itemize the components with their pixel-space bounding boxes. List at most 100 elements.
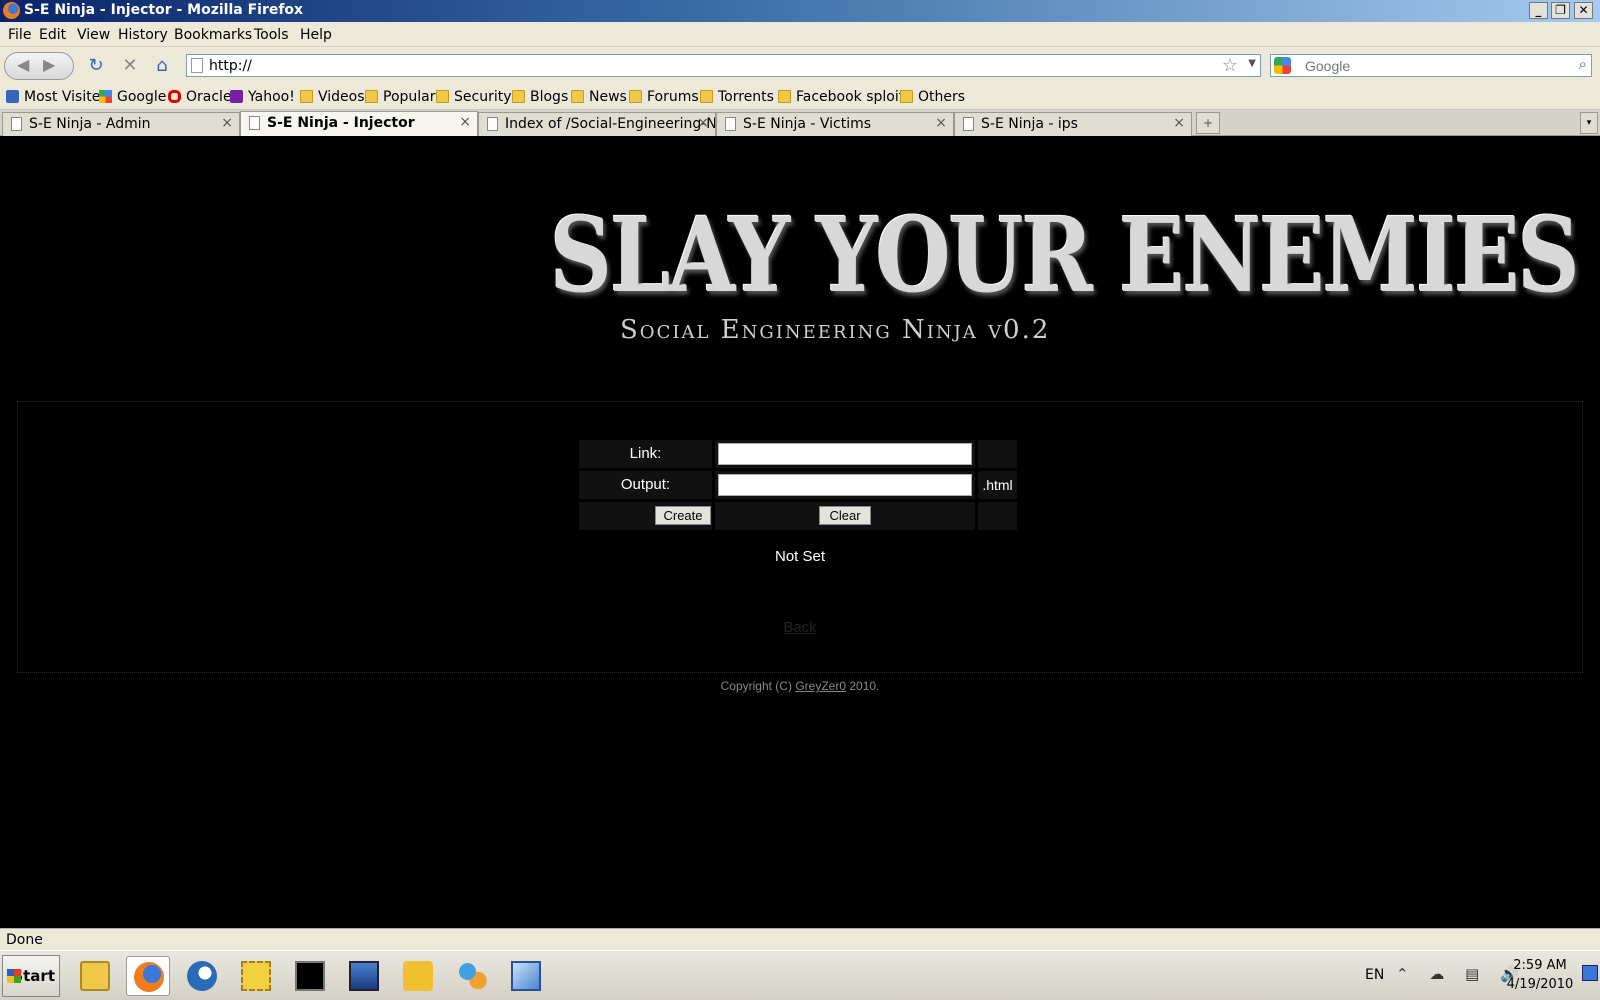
bird-icon[interactable]: [396, 956, 440, 996]
thunderbird-icon[interactable]: [180, 956, 224, 996]
tab-close-icon[interactable]: ×: [221, 115, 233, 131]
close-button[interactable]: ✕: [1574, 2, 1593, 19]
network-icon[interactable]: [234, 956, 278, 996]
explorer-icon[interactable]: [73, 956, 117, 996]
output-suffix: .html: [978, 471, 1017, 499]
minimize-button[interactable]: _: [1529, 2, 1548, 19]
bookmark-popular[interactable]: Popular: [365, 89, 436, 105]
bookmarks-toolbar: Most Visited Google Oracle Yahoo! Videos…: [0, 85, 1600, 110]
bookmark-videos[interactable]: Videos: [300, 89, 365, 105]
bookmark-yahoo[interactable]: Yahoo!: [230, 89, 295, 105]
status-text: Done: [6, 932, 43, 948]
tab-list-button[interactable]: ▾: [1580, 112, 1598, 134]
menu-edit[interactable]: Edit: [39, 27, 66, 43]
clear-button[interactable]: Clear: [819, 506, 871, 525]
tab-close-icon[interactable]: ×: [935, 115, 947, 131]
create-button[interactable]: Create: [655, 506, 711, 525]
url-bar[interactable]: http:// ☆ ▼: [186, 54, 1261, 77]
tab-ips[interactable]: S-E Ninja - ips ×: [954, 112, 1192, 136]
stop-icon[interactable]: ✕: [118, 53, 142, 79]
bookmark-most-visited[interactable]: Most Visited: [6, 89, 109, 105]
title-bar: S-E Ninja - Injector - Mozilla Firefox _…: [0, 0, 1600, 22]
bookmark-others[interactable]: Others: [900, 89, 965, 105]
back-link[interactable]: Back: [0, 619, 1600, 636]
google-icon: [99, 90, 112, 103]
url-text[interactable]: http://: [209, 58, 252, 74]
page-icon: [963, 117, 974, 131]
maximize-button[interactable]: ❐: [1551, 2, 1570, 19]
tab-label: S-E Ninja - Victims: [743, 116, 872, 132]
bookmark-forums[interactable]: Forums: [629, 89, 699, 105]
bookmark-oracle[interactable]: Oracle: [168, 89, 232, 105]
folder-icon: [571, 90, 584, 103]
clear-cell: Clear: [715, 502, 975, 530]
tab-close-icon[interactable]: ×: [459, 114, 471, 130]
folder-icon: [365, 90, 378, 103]
copyright-prefix: Copyright (C): [720, 679, 792, 693]
tab-label: S-E Ninja - Injector: [267, 115, 415, 131]
create-cell: Create: [579, 502, 712, 530]
menu-view[interactable]: View: [77, 27, 110, 43]
folder-icon: [900, 90, 913, 103]
start-button[interactable]: Start: [2, 955, 60, 997]
navigation-toolbar: ◀ ▶ ↻ ✕ ⌂ http:// ☆ ▼ ⌕: [0, 47, 1600, 85]
windows-logo-icon: [7, 969, 21, 983]
clock-time[interactable]: 2:59 AM: [1500, 958, 1580, 973]
firefox-icon[interactable]: [126, 956, 170, 996]
menu-history[interactable]: History: [118, 27, 168, 43]
back-icon[interactable]: ◀: [17, 55, 29, 74]
tab-label: Index of /Social-Engineering-Ni...: [505, 116, 716, 132]
tab-close-icon[interactable]: ×: [697, 115, 709, 131]
tab-index[interactable]: Index of /Social-Engineering-Ni... ×: [478, 112, 716, 136]
search-icon[interactable]: ⌕: [1579, 55, 1587, 73]
cmd-icon[interactable]: [288, 956, 332, 996]
tab-label: S-E Ninja - Admin: [29, 116, 151, 132]
bookmark-torrents[interactable]: Torrents: [700, 89, 774, 105]
clock-date[interactable]: 4/19/2010: [1500, 977, 1580, 992]
menu-bookmarks[interactable]: Bookmarks: [174, 27, 252, 43]
search-input[interactable]: [1305, 57, 1555, 75]
show-desktop-icon[interactable]: [1582, 965, 1598, 981]
output-input[interactable]: [718, 474, 972, 496]
reload-icon[interactable]: ↻: [84, 53, 108, 79]
bookmark-star-icon[interactable]: ☆: [1222, 55, 1238, 76]
bookmark-blogs[interactable]: Blogs: [512, 89, 568, 105]
remote-desktop-icon[interactable]: [342, 956, 386, 996]
taskbar: Start EN ⌃ ☁ ▤ 🔊 2:59 AM 4/19/2010: [0, 950, 1600, 1000]
folder-icon: [778, 90, 791, 103]
link-input[interactable]: [718, 443, 972, 465]
tab-admin[interactable]: S-E Ninja - Admin ×: [2, 112, 240, 136]
copyright: Copyright (C) GreyZer0 2010.: [0, 679, 1600, 693]
bookmark-google[interactable]: Google: [99, 89, 166, 105]
link-label: Link:: [579, 440, 712, 468]
page-icon: [725, 117, 736, 131]
language-indicator[interactable]: EN: [1365, 967, 1384, 983]
logo-title: SLAY YOUR ENEMIES: [550, 195, 1580, 317]
folder-icon: [436, 90, 449, 103]
author-link[interactable]: GreyZer0: [795, 679, 846, 693]
page-icon: [487, 117, 498, 131]
users-icon[interactable]: [450, 956, 494, 996]
browser-window: S-E Ninja - Injector - Mozilla Firefox _…: [0, 0, 1600, 1000]
google-engine-icon[interactable]: [1274, 57, 1291, 74]
tab-victims[interactable]: S-E Ninja - Victims ×: [716, 112, 954, 136]
forward-icon[interactable]: ▶: [43, 55, 55, 74]
menu-file[interactable]: File: [8, 27, 31, 43]
empty-cell: [978, 502, 1017, 530]
cube-icon[interactable]: [504, 956, 548, 996]
menu-tools[interactable]: Tools: [254, 27, 289, 43]
bookmark-facebook-sploits[interactable]: Facebook sploits: [778, 89, 912, 105]
firefox-icon: [3, 2, 20, 19]
folder-icon: [512, 90, 525, 103]
bookmark-news[interactable]: News: [571, 89, 627, 105]
tab-close-icon[interactable]: ×: [1173, 115, 1185, 131]
page-icon: [191, 58, 203, 73]
copyright-year: 2010.: [849, 679, 880, 693]
tab-injector[interactable]: S-E Ninja - Injector ×: [240, 111, 478, 136]
home-icon[interactable]: ⌂: [150, 53, 174, 79]
logo-subtitle: Social Engineering Ninja v0.2: [620, 315, 1051, 345]
bookmark-security[interactable]: Security: [436, 89, 512, 105]
url-dropdown-icon[interactable]: ▼: [1248, 58, 1256, 69]
new-tab-button[interactable]: +: [1196, 112, 1220, 134]
menu-help[interactable]: Help: [300, 27, 332, 43]
